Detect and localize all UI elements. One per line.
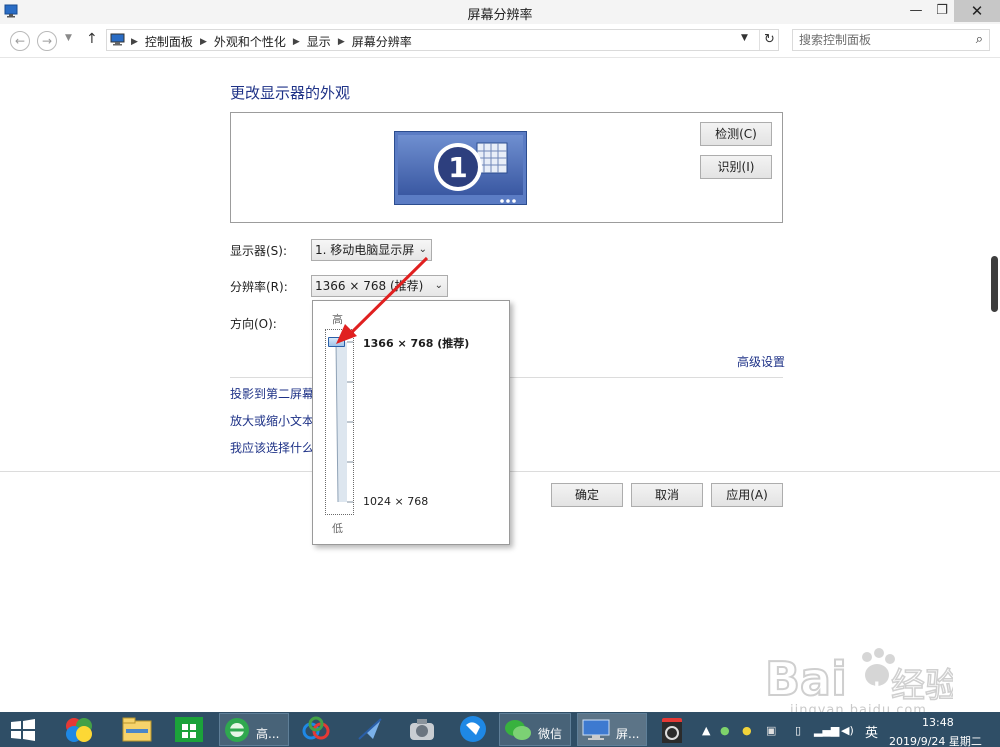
baidu-cloud-icon[interactable] [299,715,333,744]
address-bar[interactable]: ▶ 控制面板 ▶ 外观和个性化 ▶ 显示 ▶ 屏幕分辨率 ▼ ↻ [106,29,779,51]
screen-resolution-task[interactable]: 屏... [577,713,647,746]
wechat-task[interactable]: 微信 [499,713,571,746]
refresh-icon[interactable]: ↻ [759,30,779,50]
network-disconnected-icon[interactable]: ▣ [766,724,776,737]
scrollbar[interactable] [991,256,998,312]
close-icon[interactable]: ✕ [954,0,1000,22]
cleaner-icon[interactable] [405,715,439,744]
project-second-screen-link[interactable]: 投影到第二屏幕 [230,385,314,402]
breadcrumb: ▶ 控制面板 ▶ 外观和个性化 ▶ 显示 ▶ 屏幕分辨率 [131,33,412,50]
slider-track [335,341,353,503]
up-icon[interactable]: ↑ [86,31,98,47]
svg-text:经验: 经验 [891,666,953,706]
page-title: 更改显示器的外观 [230,84,351,102]
clock-date[interactable]: 2019/9/24 星期二 [889,733,982,747]
address-dropdown-icon[interactable]: ▼ [741,33,748,43]
search-box: ⌕ [792,29,990,51]
signal-icon[interactable]: ▂▄▆ [814,724,839,737]
forward-icon[interactable]: → [37,31,57,51]
monitor-preview: 1 检测(C) 识别(I) [230,112,783,223]
cancel-button[interactable]: 取消 [631,483,703,507]
display-select[interactable]: 1. 移动电脑显示屏 ⌄ [311,239,432,261]
breadcrumb-screen-resolution[interactable]: 屏幕分辨率 [352,33,412,50]
detect-button[interactable]: 检测(C) [700,122,772,146]
network-tool-icon[interactable]: ● [742,724,752,737]
screen-resolution-task-label: 屏... [616,727,640,741]
chevron-down-icon: ⌄ [418,244,427,255]
file-explorer-icon[interactable] [120,715,154,744]
security-icon[interactable]: ● [720,724,730,737]
battery-icon[interactable]: ▯ [795,724,801,737]
feather-app-icon[interactable] [353,715,387,744]
text-size-link[interactable]: 放大或缩小文本 [230,412,314,429]
resolution-select-value: 1366 × 768 (推荐) [315,279,424,293]
minimize-icon[interactable]: — [902,0,930,22]
taskbar: 高... 微信 屏... ▲ ● ● ▣ ▯ ▂▄▆ ◀) 英 13:48 20… [0,712,1000,747]
computer-icon [110,33,125,46]
clock-time[interactable]: 13:48 [922,716,954,729]
display-label: 显示器(S): [230,244,288,258]
apply-button[interactable]: 应用(A) [711,483,783,507]
search-input[interactable] [799,32,959,48]
resolution-slider-popup: 高 1366 × 768 (推荐) 1024 × 768 低 [312,300,510,545]
low-label: 低 [332,522,343,535]
display-select-value: 1. 移动电脑显示屏 [315,243,415,257]
resolution-select[interactable]: 1366 × 768 (推荐) ⌄ [311,275,448,297]
breadcrumb-control-panel[interactable]: 控制面板 [145,33,193,50]
show-hidden-icons[interactable]: ▲ [702,724,710,737]
browser-task[interactable]: 高... [219,713,289,746]
monitor-1-tile[interactable]: 1 [394,131,527,205]
svg-text:Bai: Bai [765,652,847,706]
which-settings-link[interactable]: 我应该选择什么 [230,439,314,456]
high-label: 高 [332,313,343,326]
resolution-slider[interactable] [325,329,354,515]
input-method-indicator[interactable]: 英 [865,722,878,741]
photo-app-icon[interactable] [62,715,96,744]
chevron-right-icon[interactable]: ▶ [200,37,207,47]
ok-button[interactable]: 确定 [551,483,623,507]
chat-bubble-icon[interactable] [456,715,490,744]
breadcrumb-appearance[interactable]: 外观和个性化 [214,33,286,50]
volume-icon[interactable]: ◀) [841,724,854,737]
wechat-task-label: 微信 [538,727,563,741]
windows-start-icon[interactable] [10,719,36,741]
navigation-bar: ← → ▼ ↑ ▶ 控制面板 ▶ 外观和个性化 ▶ 显示 ▶ 屏幕分辨率 ▼ ↻… [0,24,1000,58]
chevron-down-icon: ⌄ [434,280,443,291]
svg-text:du: du [867,679,893,700]
resolution-label: 分辨率(R): [230,280,288,294]
restore-icon[interactable]: ❐ [928,0,956,22]
browser-icon [225,718,249,742]
recorder-icon[interactable] [655,715,689,744]
resolution-option-low[interactable]: 1024 × 768 [363,495,428,508]
chevron-right-icon[interactable]: ▶ [131,37,138,47]
slider-thumb[interactable] [328,337,345,347]
title-bar: 屏幕分辨率 — ❐ ✕ [0,0,1000,24]
orientation-label: 方向(O): [230,317,277,331]
wechat-icon [505,720,531,740]
recent-locations-icon[interactable]: ▼ [65,33,72,43]
chevron-right-icon[interactable]: ▶ [338,37,345,47]
browser-task-label: 高... [256,727,280,741]
screen-resolution-icon [582,719,610,740]
chevron-right-icon[interactable]: ▶ [293,37,300,47]
window-title: 屏幕分辨率 [467,8,533,23]
store-icon[interactable] [172,715,206,744]
search-icon[interactable]: ⌕ [976,32,983,47]
resolution-option-high[interactable]: 1366 × 768 (推荐) [363,335,469,351]
back-icon[interactable]: ← [10,31,30,51]
breadcrumb-display[interactable]: 显示 [307,33,331,50]
identify-button[interactable]: 识别(I) [700,155,772,179]
advanced-settings-link[interactable]: 高级设置 [737,353,785,370]
monitor-number: 1 [448,151,467,184]
